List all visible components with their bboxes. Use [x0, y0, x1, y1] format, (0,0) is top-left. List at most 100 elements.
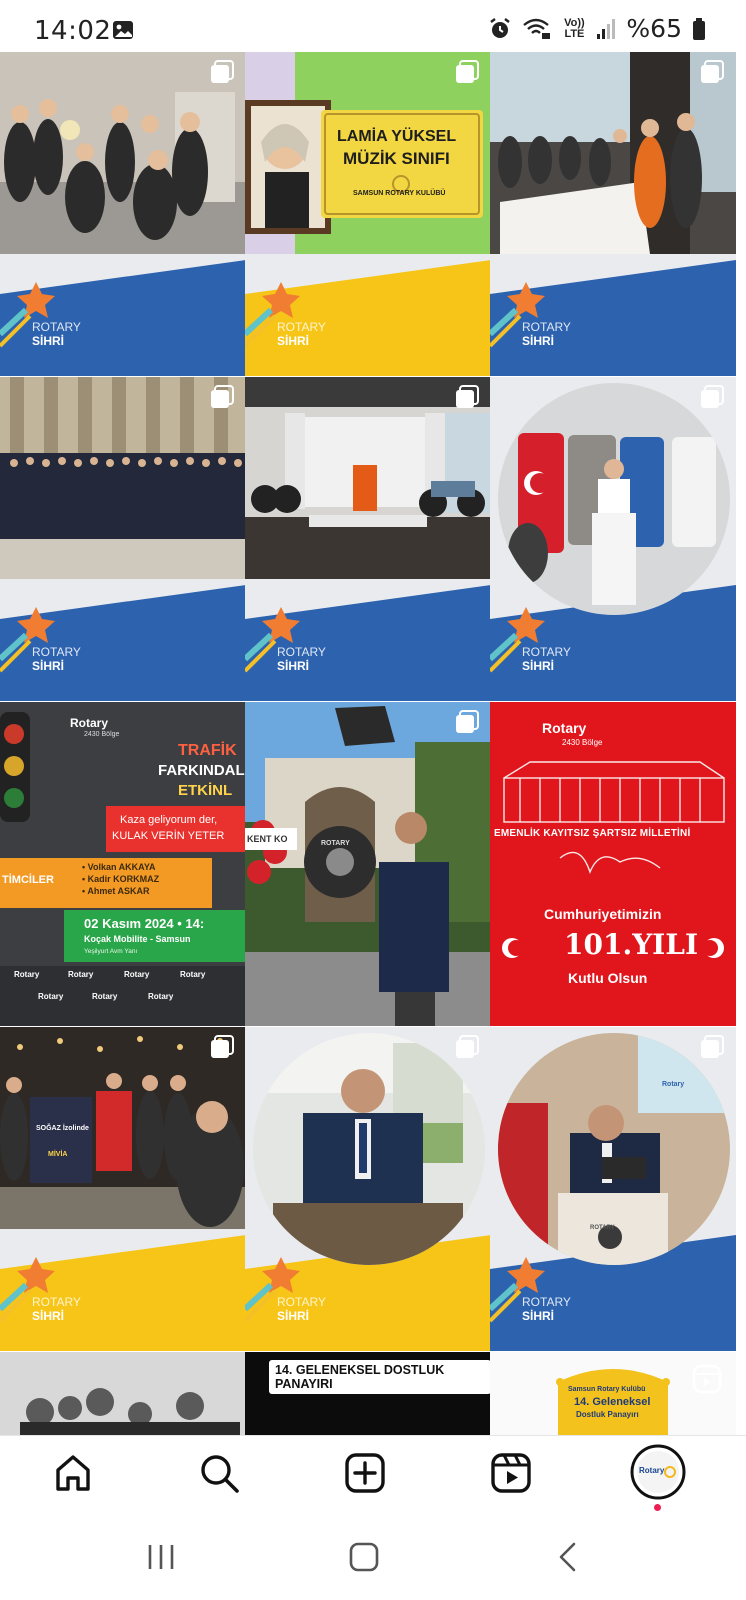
poster-place-sub: Yeşilyurt Avm Yanı	[84, 948, 138, 955]
poster-region: 2430 Bölge	[562, 738, 603, 747]
post-tile[interactable]: ROTARY SİHRİ	[0, 377, 246, 701]
search-button[interactable]	[196, 1450, 242, 1496]
home-icon	[56, 1455, 90, 1491]
post-tile[interactable]: ROTARY SİHRİ	[245, 1027, 491, 1351]
status-time: 14:02	[34, 16, 112, 46]
poster-club-logo: Rotary	[124, 970, 150, 979]
post-tile[interactable]: ROTARY SİHRİ	[245, 377, 491, 701]
poster-brand: Rotary	[542, 720, 587, 736]
reels-icon	[692, 1364, 722, 1394]
poster-heading1: TRAFİK	[178, 742, 237, 759]
poster-motto: EMENLİK KAYITSIZ ŞARTSIZ MİLLETİNİ	[494, 828, 691, 839]
rotary-sihri-band	[0, 254, 246, 376]
post-tile[interactable]: SOĞAZ İzolinde MİVİA ROTARY SİHRİ	[0, 1027, 246, 1351]
logo-line2: SİHRİ	[32, 334, 65, 348]
create-button[interactable]	[342, 1450, 388, 1496]
poster-club-logo: Rotary	[14, 970, 40, 979]
poster-club-logo: Rotary	[148, 992, 174, 1001]
fair-line2: 14. Geleneksel	[574, 1396, 651, 1408]
gallery-icon	[113, 21, 133, 39]
create-icon	[345, 1453, 385, 1493]
logo-line1: ROTARY	[277, 1295, 326, 1309]
post-photo	[498, 383, 730, 615]
logo-line1: ROTARY	[32, 320, 81, 334]
poster-heading2: FARKINDAL	[158, 762, 245, 779]
logo-line2: SİHRİ	[277, 334, 310, 348]
logo-line2: SİHRİ	[32, 1309, 65, 1323]
logo-line2: SİHRİ	[277, 1309, 310, 1323]
post-tile[interactable]: Samsun Rotary Kulübü 14. Geleneksel Dost…	[490, 1352, 736, 1435]
home-button-system[interactable]	[344, 1541, 384, 1573]
poster-title: SOĞAZ İzolinde	[36, 1125, 89, 1132]
logo-line1: ROTARY	[277, 320, 326, 334]
post-tile[interactable]: ROTARY Rotary ROTARY SİHRİ	[490, 1027, 736, 1351]
network-type: Vo)) LTE	[564, 16, 585, 40]
post-tile[interactable]: Rotary 2430 Bölge EMENLİK KAYITSIZ ŞARTS…	[490, 702, 736, 1026]
reels-icon	[447, 1364, 477, 1394]
multi-photo-icon	[456, 1035, 479, 1058]
screen-text: Rotary	[662, 1081, 685, 1088]
multi-photo-icon	[456, 710, 479, 733]
logo-line1: ROTARY	[522, 645, 571, 659]
notification-dot	[654, 1504, 661, 1511]
profile-label: Rotary	[639, 1466, 665, 1475]
posts-grid: ROTARY SİHRİ LAMİA YÜKSEL MÜZİK SINIFI S…	[0, 52, 746, 1435]
poster-sub: MİVİA	[48, 1151, 68, 1158]
logo-line1: ROTARY	[277, 645, 326, 659]
status-bar: 14:02 Vo)) LTE %65	[0, 0, 746, 52]
post-tile[interactable]: ROTARY SİHRİ	[490, 377, 736, 701]
battery-icon	[693, 17, 705, 40]
back-button[interactable]	[550, 1541, 590, 1573]
sign-line3: SAMSUN ROTARY KULÜBÜ	[353, 190, 446, 197]
signal-icon	[597, 18, 616, 39]
recents-button[interactable]	[142, 1541, 182, 1573]
system-nav	[0, 1511, 746, 1600]
rotary-sihri-band	[0, 579, 246, 701]
bottom-nav: Rotary	[0, 1435, 746, 1511]
profile-button[interactable]: Rotary	[628, 1442, 688, 1502]
multi-photo-icon	[211, 60, 234, 83]
rotary-sihri-band	[490, 254, 736, 376]
post-tile[interactable]: ROTARY SİHRİ	[0, 52, 246, 376]
multi-photo-icon	[701, 385, 724, 408]
alarm-icon	[490, 17, 511, 38]
logo-line2: SİHRİ	[522, 334, 555, 348]
post-tile[interactable]: KENT KO ROTARY	[245, 702, 491, 1026]
rotary-sihri-band	[245, 579, 491, 701]
poster-brand: Rotary	[70, 716, 109, 730]
post-photo	[253, 1033, 485, 1265]
poster-line2: 101.YILI	[564, 928, 699, 961]
status-icons: Vo)) LTE %65	[488, 14, 706, 43]
wreath-text: KENT KO	[247, 834, 288, 844]
poster-date: 02 Kasım 2024 • 14:	[84, 916, 205, 931]
poster-label: TİMCİLER	[2, 874, 54, 886]
post-photo	[0, 1352, 246, 1435]
poster-name: • Volkan AKKAYA	[82, 862, 156, 872]
search-icon	[201, 1455, 239, 1493]
home-button[interactable]	[50, 1450, 96, 1496]
wifi-calling-icon	[523, 18, 551, 39]
poster-club-logo: Rotary	[180, 970, 206, 979]
multi-photo-icon	[701, 60, 724, 83]
reels-button[interactable]	[488, 1450, 534, 1496]
fair-line1: Samsun Rotary Kulübü	[568, 1386, 646, 1393]
post-tile[interactable]: Rotary 2430 Bölge TRAFİK FARKINDAL ETKİN…	[0, 702, 246, 1026]
post-tile[interactable]: 14. GELENEKSEL DOSTLUK PANAYIRI	[245, 1352, 491, 1435]
logo-line2: SİHRİ	[522, 659, 555, 673]
logo-line1: ROTARY	[32, 1295, 81, 1309]
rotary-sihri-band	[245, 254, 491, 376]
multi-photo-icon	[701, 1035, 724, 1058]
post-tile[interactable]: LAMİA YÜKSEL MÜZİK SINIFI SAMSUN ROTARY …	[245, 52, 491, 376]
poster-club-logo: Rotary	[38, 992, 64, 1001]
logo-line2: SİHRİ	[522, 1309, 555, 1323]
post-tile[interactable]: ROTARY SİHRİ	[490, 52, 736, 376]
poster-club-logo: Rotary	[92, 992, 118, 1001]
multi-photo-icon	[456, 385, 479, 408]
poster-quote2: KULAK VERİN YETER	[112, 830, 225, 842]
post-tile[interactable]	[0, 1352, 246, 1435]
sign-line2: MÜZİK SINIFI	[343, 149, 450, 168]
logo-line2: SİHRİ	[277, 659, 310, 673]
podium-text: ROTARY	[590, 1225, 615, 1231]
poster-place: Koçak Mobilite - Samsun	[84, 934, 191, 944]
reels-icon	[491, 1453, 531, 1493]
